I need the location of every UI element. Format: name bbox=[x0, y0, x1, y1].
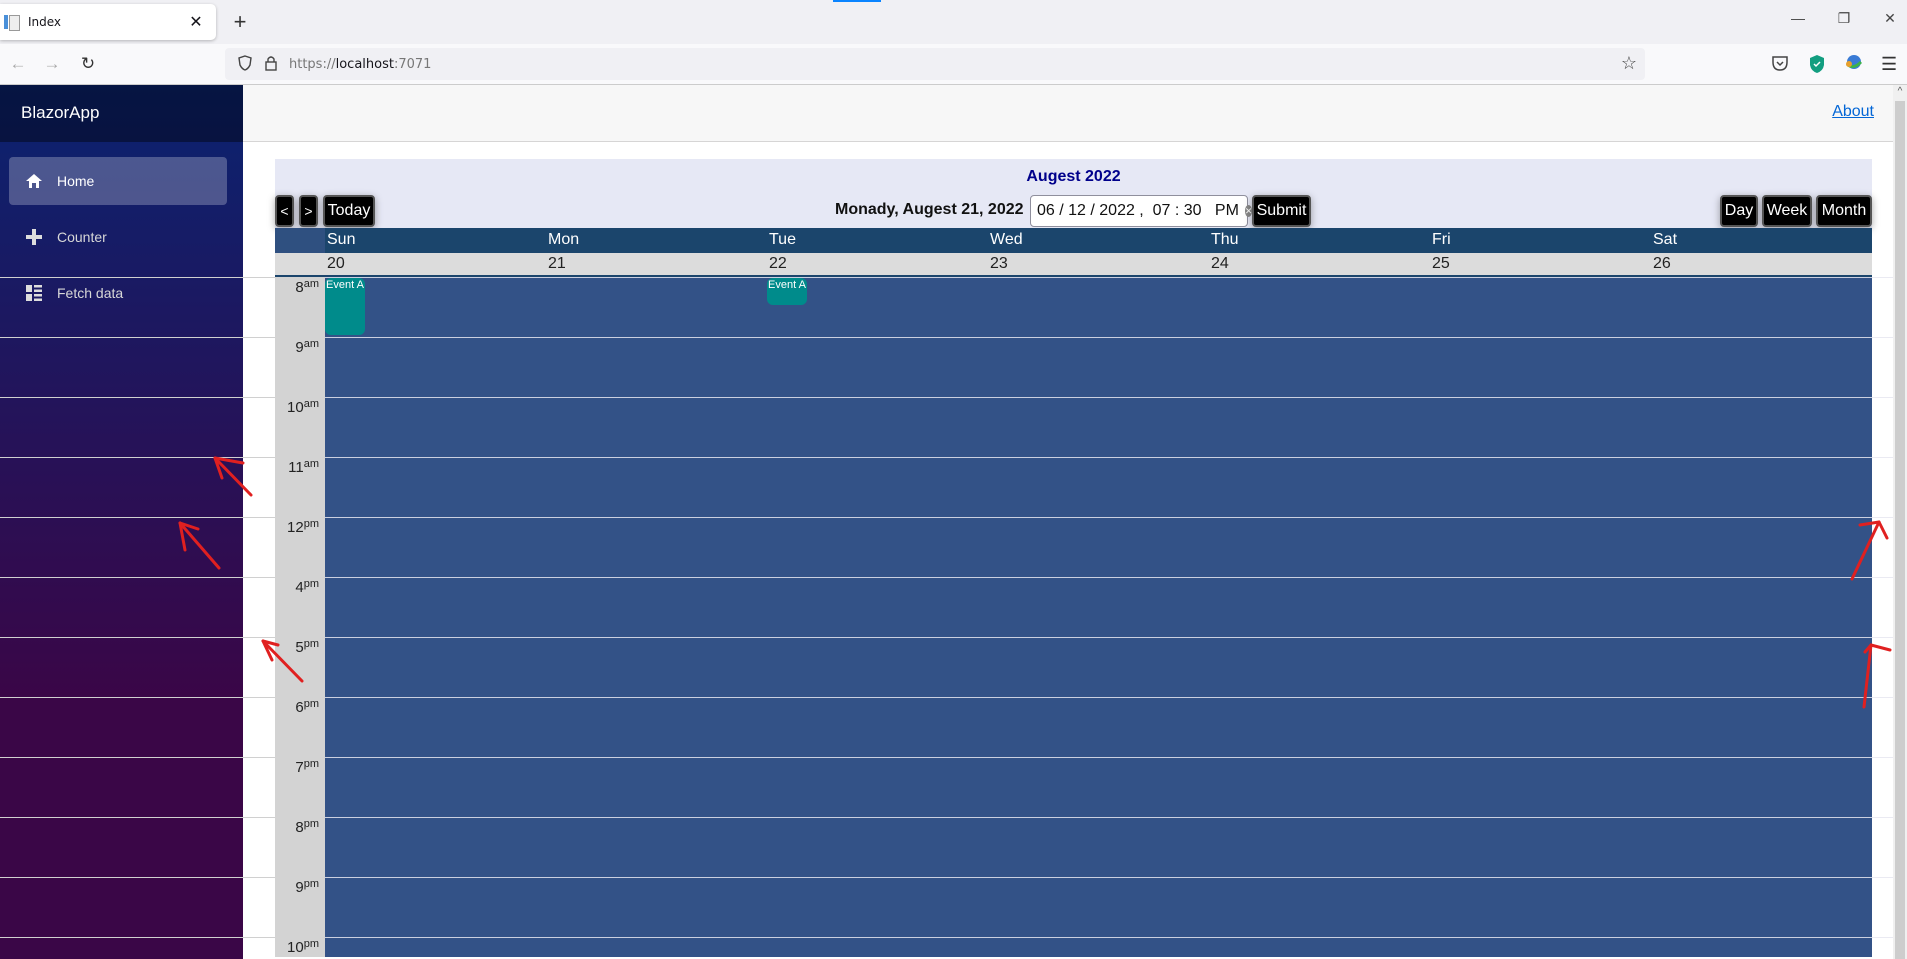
annotation-arrow-icon bbox=[178, 521, 221, 570]
annotation-arrows bbox=[178, 456, 1892, 709]
annotation-arrow-icon bbox=[1850, 520, 1889, 581]
annotation-arrow-icon bbox=[213, 456, 253, 497]
annotation-arrow-icon bbox=[1862, 643, 1892, 709]
annotation-arrow-icon bbox=[261, 639, 304, 683]
